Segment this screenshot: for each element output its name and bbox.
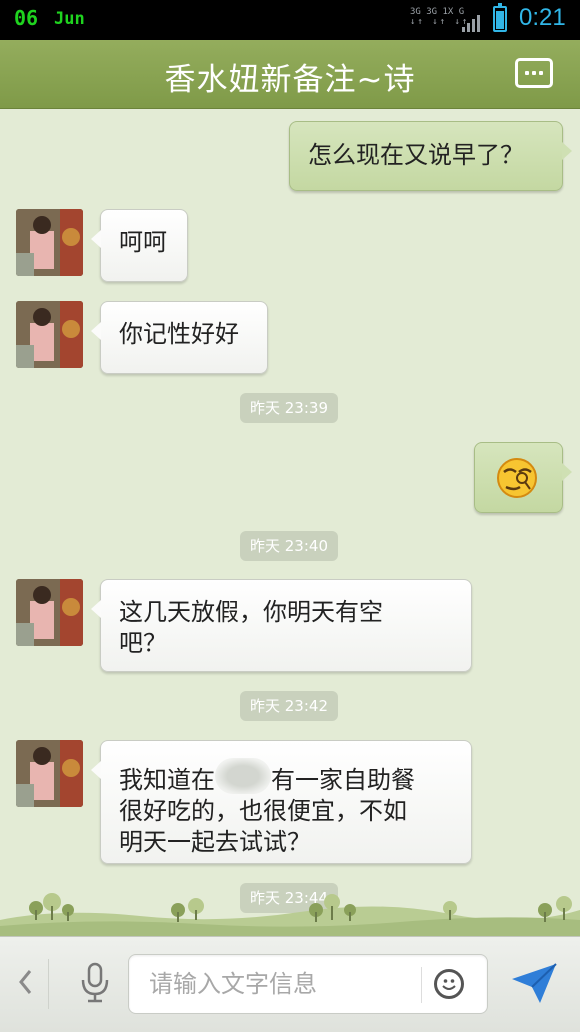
input-bar: 请输入文字信息 xyxy=(0,936,580,1032)
status-bar: 06 Jun 3G 3G 1X G ↓↑ ↓↑ ↓↑ 0:21 xyxy=(0,0,580,40)
more-options-button[interactable] xyxy=(515,58,553,88)
divider xyxy=(48,959,49,1009)
data-arrows-icon: ↓↑ ↓↑ ↓↑ xyxy=(410,17,470,27)
message-text-part: 我知道在 xyxy=(119,766,215,794)
contact-avatar[interactable] xyxy=(16,579,83,646)
message-input[interactable]: 请输入文字信息 xyxy=(128,954,488,1014)
network-labels: 3G 3G 1X G xyxy=(410,7,465,17)
battery-icon xyxy=(493,3,507,32)
contact-avatar[interactable] xyxy=(16,301,83,368)
signal-icon xyxy=(462,14,482,32)
message-text: 你记性好好 xyxy=(119,320,239,348)
contact-avatar[interactable] xyxy=(16,209,83,276)
incoming-message[interactable]: 我知道在 有一家自助餐 很好吃的，也很便宜，不如 明天一起去试试？ xyxy=(91,740,472,864)
grass-decoration xyxy=(0,893,580,936)
message-text-part: 有一家自助餐 xyxy=(271,766,415,794)
timestamp: 昨天 23:40 xyxy=(240,531,338,561)
incoming-message[interactable]: 你记性好好 xyxy=(91,301,268,374)
message-list[interactable]: 怎么现在又说早了？ 呵呵 你记性好好 昨天 23:39 昨天 23:40 这几天… xyxy=(0,109,580,936)
status-time: 0:21 xyxy=(519,4,566,31)
timestamp: 昨天 23:42 xyxy=(240,691,338,721)
outgoing-message[interactable]: 怎么现在又说早了？ xyxy=(289,121,572,191)
timestamp: 昨天 23:39 xyxy=(240,393,338,423)
message-line: 吧？ xyxy=(119,629,167,657)
message-line: 很好吃的，也很便宜，不如 xyxy=(119,797,407,825)
smug-face-icon xyxy=(497,458,537,498)
message-text: 怎么现在又说早了？ xyxy=(308,141,524,169)
input-placeholder: 请输入文字信息 xyxy=(149,970,317,998)
incoming-message[interactable]: 呵呵 xyxy=(91,209,188,282)
contact-avatar[interactable] xyxy=(16,740,83,807)
divider xyxy=(421,967,422,1003)
emoji-icon[interactable] xyxy=(434,969,464,999)
status-date: 06 xyxy=(14,6,39,30)
send-icon[interactable] xyxy=(510,961,558,1005)
message-line: 这几天放假，你明天有空 xyxy=(119,598,383,626)
microphone-icon[interactable] xyxy=(80,962,110,1004)
chevron-left-icon[interactable] xyxy=(18,969,32,995)
message-line: 明天一起去试试？ xyxy=(119,828,311,856)
message-text: 呵呵 xyxy=(119,228,167,256)
outgoing-emoji-message[interactable] xyxy=(474,442,572,513)
chat-header: 香水妞新备注~诗 xyxy=(0,40,580,109)
status-month: Jun xyxy=(54,9,85,29)
incoming-message[interactable]: 这几天放假，你明天有空 吧？ xyxy=(91,579,472,672)
chat-title: 香水妞新备注~诗 xyxy=(164,62,416,98)
redacted-blur xyxy=(215,758,271,794)
